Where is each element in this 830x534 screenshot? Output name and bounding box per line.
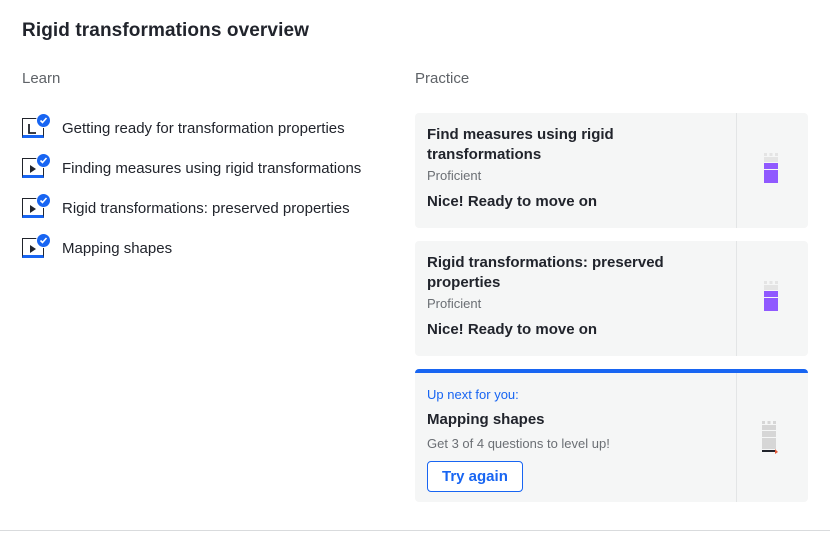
bottom-divider: [0, 530, 830, 531]
learn-item-finding-measures[interactable]: Finding measures using rigid transformat…: [22, 148, 392, 188]
card-title: Mapping shapes: [427, 411, 545, 428]
card-status: Nice! Ready to move on: [427, 193, 598, 210]
learn-item-label: Finding measures using rigid transformat…: [62, 159, 362, 177]
card-hint: Get 3 of 4 questions to level up!: [427, 436, 610, 451]
practice-card-preserved-properties[interactable]: Rigid transformations: preserved propert…: [415, 241, 808, 356]
learn-list: Getting ready for transformation propert…: [22, 108, 392, 268]
mastery-not-started-icon: [762, 421, 778, 454]
page-title: Rigid transformations overview: [22, 20, 310, 41]
learn-heading: Learn: [22, 70, 61, 87]
video-icon: [22, 193, 51, 221]
mastery-proficient-icon: [764, 281, 778, 311]
up-next-label: Up next for you:: [427, 387, 519, 402]
learn-item-label: Getting ready for transformation propert…: [62, 119, 345, 137]
learn-item-getting-ready[interactable]: Getting ready for transformation propert…: [22, 108, 392, 148]
card-title: Find measures using rigid transformation…: [427, 126, 614, 163]
learn-item-label: Rigid transformations: preserved propert…: [62, 199, 350, 217]
video-icon: [22, 153, 51, 181]
try-again-button[interactable]: Try again: [427, 461, 523, 492]
card-divider: [736, 113, 737, 228]
card-level: Proficient: [427, 296, 482, 311]
learn-item-label: Mapping shapes: [62, 239, 173, 257]
card-status: Nice! Ready to move on: [427, 321, 598, 338]
practice-card-find-measures[interactable]: Find measures using rigid transformation…: [415, 113, 808, 228]
card-divider: [736, 373, 737, 502]
learn-item-mapping-shapes[interactable]: Mapping shapes: [22, 228, 392, 268]
learn-item-preserved-properties[interactable]: Rigid transformations: preserved propert…: [22, 188, 392, 228]
video-icon: [22, 233, 51, 261]
card-title: Rigid transformations: preserved propert…: [427, 254, 664, 291]
mastery-proficient-icon: [764, 153, 778, 183]
article-icon: [22, 113, 51, 141]
practice-heading: Practice: [415, 70, 470, 87]
card-level: Proficient: [427, 168, 482, 183]
practice-card-up-next[interactable]: Up next for you: Mapping shapes Get 3 of…: [415, 369, 808, 502]
card-divider: [736, 241, 737, 356]
